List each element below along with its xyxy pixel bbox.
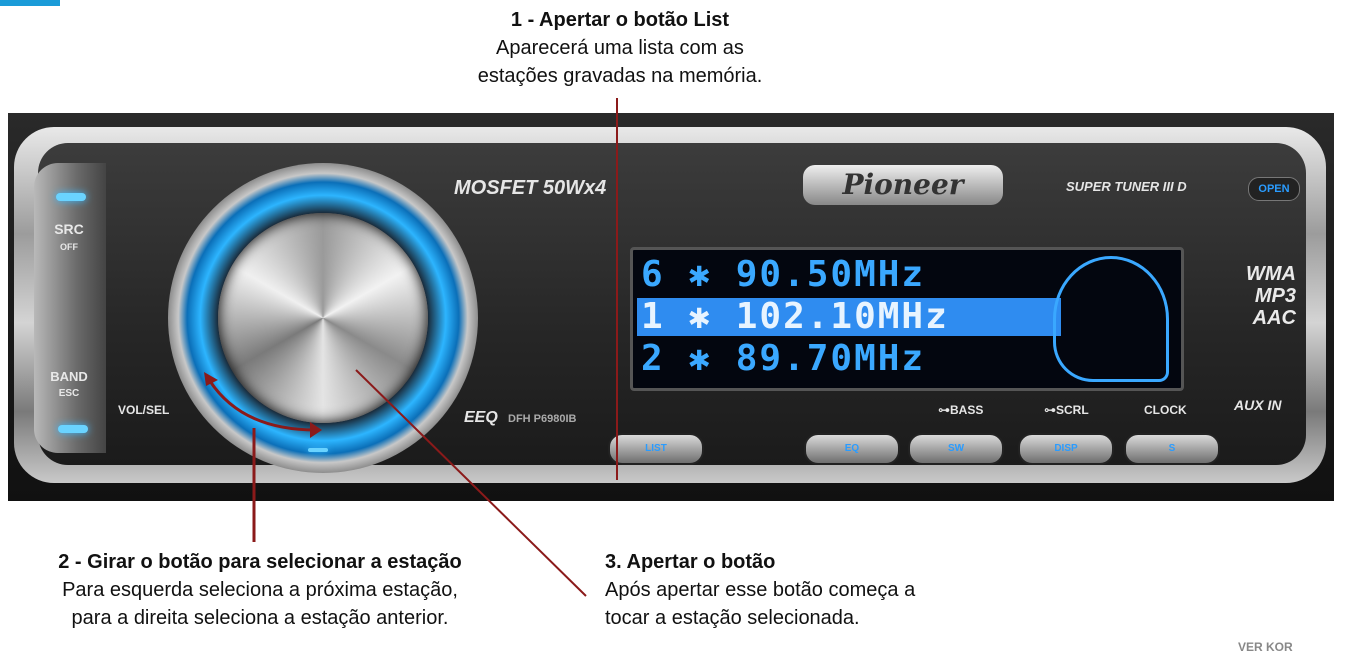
left-rail — [34, 163, 106, 453]
preset-number: 6 — [641, 254, 665, 295]
frequency: 90.50MHz — [735, 254, 926, 295]
preset-number: 1 — [641, 296, 665, 337]
off-label: OFF — [60, 242, 78, 252]
scrl-text: SCRL — [1056, 403, 1089, 417]
vol-sel-label: VOL/SEL — [118, 403, 170, 417]
bass-label: ⊶BASS — [938, 403, 984, 417]
lcd-animation-icon — [1053, 256, 1169, 382]
caption-title: 3. Apertar o botão — [605, 551, 776, 573]
volume-knob[interactable] — [218, 213, 428, 423]
src-led — [56, 193, 86, 201]
disp-button[interactable]: DISP — [1018, 433, 1114, 465]
caption-rotate-knob: 2 - Girar o botão para selecionar a esta… — [0, 548, 520, 632]
caption-title: 2 - Girar o botão para selecionar a esta… — [58, 551, 462, 573]
list-button[interactable]: LIST — [608, 433, 704, 465]
band-button[interactable]: BAND ESC — [44, 369, 94, 399]
format-wma: WMA — [1246, 263, 1296, 285]
stereo-photo: SRC OFF BAND ESC VOL/SEL MOSFET 50Wx4 Pi… — [8, 113, 1334, 501]
caption-line: Após apertar esse botão começa a — [605, 579, 916, 601]
bass-text: BASS — [950, 403, 984, 417]
caption-line: para a direita seleciona a estação anter… — [71, 607, 449, 629]
lcd-row-selected: 1 ✱ 102.10MHz — [637, 298, 1061, 336]
caption-line: Para esquerda seleciona a próxima estaçã… — [62, 579, 458, 601]
watermark: VER KOR — [1238, 640, 1293, 654]
frequency: 89.70MHz — [735, 338, 926, 379]
open-button[interactable]: OPEN — [1248, 177, 1300, 201]
esc-label: ESC — [58, 388, 80, 399]
caption-line: estações gravadas na memória. — [477, 65, 763, 87]
clock-label: CLOCK — [1144, 403, 1187, 417]
corner-accent — [0, 0, 60, 6]
eq-button[interactable]: EQ — [804, 433, 900, 465]
s-button[interactable]: S — [1124, 433, 1220, 465]
frequency: 102.10MHz — [735, 296, 949, 337]
band-label: BAND — [50, 369, 88, 384]
eeq-label: EEQ — [464, 409, 498, 426]
src-label: SRC — [54, 221, 84, 237]
format-mp3: MP3 — [1254, 285, 1296, 307]
caption-title: 1 - Apertar o botão List — [510, 9, 730, 31]
aux-in-label: AUX IN — [1234, 397, 1282, 413]
format-aac: AAC — [1252, 307, 1296, 329]
sw-button[interactable]: SW — [908, 433, 1004, 465]
src-button[interactable]: SRC OFF — [44, 221, 94, 253]
tuner-label: SUPER TUNER III D — [1066, 179, 1187, 194]
lcd-row: 2 ✱ 89.70MHz — [641, 338, 926, 379]
knob-led — [308, 448, 328, 452]
caption-line: Aparecerá uma lista com as — [496, 37, 744, 59]
model-label: DFH P6980IB — [508, 413, 577, 425]
scrl-label: ⊶SCRL — [1044, 403, 1089, 417]
caption-list-button: 1 - Apertar o botão List Aparecerá uma l… — [380, 6, 860, 90]
lcd-display: 6 ✱ 90.50MHz 1 ✱ 102.10MHz 2 ✱ 89.70MHz — [630, 247, 1184, 391]
preset-number: 2 — [641, 338, 665, 379]
format-list: WMA MP3 AAC — [1236, 263, 1296, 329]
band-led — [58, 425, 88, 433]
pioneer-logo: Pioneer — [803, 165, 1003, 205]
lcd-row: 6 ✱ 90.50MHz — [641, 254, 926, 295]
power-label: MOSFET 50Wx4 — [454, 177, 607, 199]
caption-press-knob: 3. Apertar o botão Após apertar esse bot… — [605, 548, 1005, 632]
caption-line: tocar a estação selecionada. — [605, 607, 860, 629]
